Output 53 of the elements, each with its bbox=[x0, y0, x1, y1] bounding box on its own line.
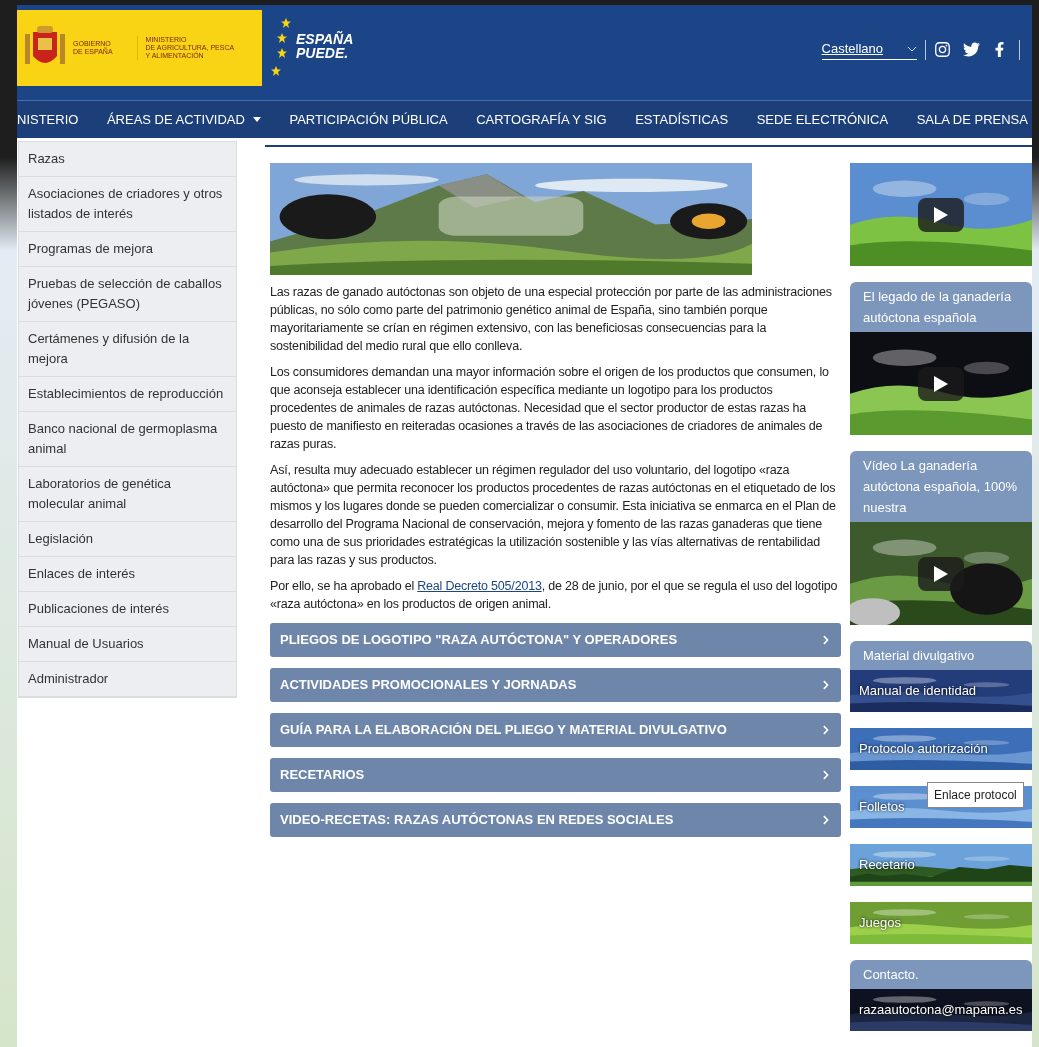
play-button[interactable] bbox=[918, 197, 964, 232]
panel-title: El legado de la ganadería autóctona española bbox=[850, 282, 1032, 332]
sidebar-item[interactable]: Programas de mejora bbox=[19, 232, 236, 267]
panel-title: Contacto. bbox=[850, 960, 1032, 989]
panel-title: Material divulgativo bbox=[850, 641, 1032, 670]
nav-item[interactable]: SEDE ELECTRÓNICA bbox=[756, 109, 889, 130]
sidebar-item[interactable]: Enlaces de interés bbox=[19, 557, 236, 592]
paragraph: Así, resulta muy adecuado establecer un régimen regulador del uso voluntario, del logotipo «raza autóctona» que permita reconocer los productos procedentes de razas autóctonas en el etiquetado de los mismos y los lugares donde se pueden comercializar o consumir. Esta iniciativa se enmarca en el Plan de desarrollo del Programa Nacional de conservación, mejora y fomento de las razas ganaderas que tiene como una de sus prioridades estratégicas la utilización sostenible y las vías alternativas de rentabilidad para las razas y sus productos. bbox=[270, 462, 837, 569]
accordion-header[interactable]: VIDEO-RECETAS: RAZAS AUTÓCTONAS EN REDES SOCIALES bbox=[270, 803, 841, 837]
facebook-icon[interactable] bbox=[992, 42, 1007, 57]
sidebar-item[interactable]: Publicaciones de interés bbox=[19, 592, 236, 627]
sidebar-item[interactable]: Certámenes y difusión de la mejora bbox=[19, 322, 236, 377]
accordion-header[interactable]: GUÍA PARA LA ELABORACIÓN DEL PLIEGO Y MATERIAL DIVULGATIVO bbox=[270, 713, 841, 747]
language-select[interactable]: Castellano bbox=[821, 38, 917, 61]
nav-item[interactable]: ÁREAS DE ACTIVIDAD bbox=[106, 109, 261, 130]
play-button[interactable] bbox=[918, 556, 964, 591]
play-icon bbox=[934, 565, 948, 582]
sidebar-item[interactable]: Establecimientos de reproducción bbox=[19, 377, 236, 412]
accordion-header[interactable]: ACTIVIDADES PROMOCIONALES Y JORNADAS bbox=[270, 668, 841, 702]
sidebar-item[interactable]: Laboratorios de genética molecular animal bbox=[19, 467, 236, 522]
chevron-right-icon bbox=[821, 680, 831, 690]
play-button[interactable] bbox=[918, 366, 964, 401]
twitter-icon[interactable] bbox=[963, 41, 980, 58]
chevron-right-icon bbox=[821, 635, 831, 645]
nav-item[interactable]: PARTICIPACIÓN PÚBLICA bbox=[289, 109, 448, 130]
chevron-right-icon bbox=[821, 770, 831, 780]
chevron-right-icon bbox=[821, 725, 831, 735]
sidebar-item[interactable]: Asociaciones de criadores y otros listados de interés bbox=[19, 177, 236, 232]
chevron-right-icon bbox=[821, 815, 831, 825]
sidebar-item[interactable]: Pruebas de selección de caballos jóvenes (PEGASO) bbox=[19, 267, 236, 322]
sidebar-item[interactable]: Legislación bbox=[19, 522, 236, 557]
sidebar-item[interactable]: Administrador bbox=[19, 662, 236, 697]
play-icon bbox=[934, 375, 948, 392]
accordion-header[interactable]: PLIEGOS DE LOGOTIPO "RAZA AUTÓCTONA" Y OPERADORES bbox=[270, 623, 841, 657]
nav-item[interactable]: CARTOGRAFÍA Y SIG bbox=[476, 109, 607, 130]
paragraph: Las razas de ganado autóctonas son objeto de una especial protección por parte de las administraciones públicas, no sólo como parte del patrimonio genético animal de España, sino también porque mayoritariamente se crían en régimen extensivo, con las beneficiosas consecuencias para la sostenibilidad del medio rural que ello conlleva. bbox=[270, 284, 833, 355]
sidebar-item[interactable]: Razas bbox=[19, 142, 236, 177]
panel-title: Vídeo La ganadería autóctona española, 100% nuestra bbox=[850, 451, 1032, 522]
tooltip: Enlace protocol bbox=[927, 782, 1024, 808]
caret-icon bbox=[252, 117, 261, 122]
sidebar-item[interactable]: Manual de Usuarios bbox=[19, 627, 236, 662]
sidebar-item[interactable]: Banco nacional de germoplasma animal bbox=[19, 412, 236, 467]
paragraph: Por ello, se ha aprobado el Real Decreto 505/2013, de 28 de junio, por el que se regula el uso del logotipo «raza autóctona» en los productos de origen animal. bbox=[270, 578, 839, 613]
chevron-down-icon bbox=[907, 45, 917, 52]
nav-item[interactable]: ESTADÍSTICAS bbox=[635, 109, 729, 130]
accordion-header[interactable]: RECETARIOS bbox=[270, 758, 841, 792]
decree-link[interactable]: Real Decreto 505/2013 bbox=[417, 579, 542, 593]
nav-item[interactable]: SALA DE PRENSA bbox=[916, 109, 1028, 130]
play-icon bbox=[934, 206, 948, 223]
paragraph: Los consumidores demandan una mayor información sobre el origen de los productos que consumen, lo que aconseja establecer una identificación específica mediante un logotipo para los productos procedentes de animales de razas autóctonas. Necesidad que el sector productor de estas razas ha puesto de manifiesto en reiteradas ocasiones a través de las asociaciones de criadores de animales de razas puras. bbox=[270, 364, 830, 453]
slogan: ESPAÑA PUEDE. bbox=[296, 31, 354, 60]
nav-item[interactable]: NISTERIO bbox=[17, 109, 79, 130]
instagram-icon[interactable] bbox=[934, 41, 951, 58]
